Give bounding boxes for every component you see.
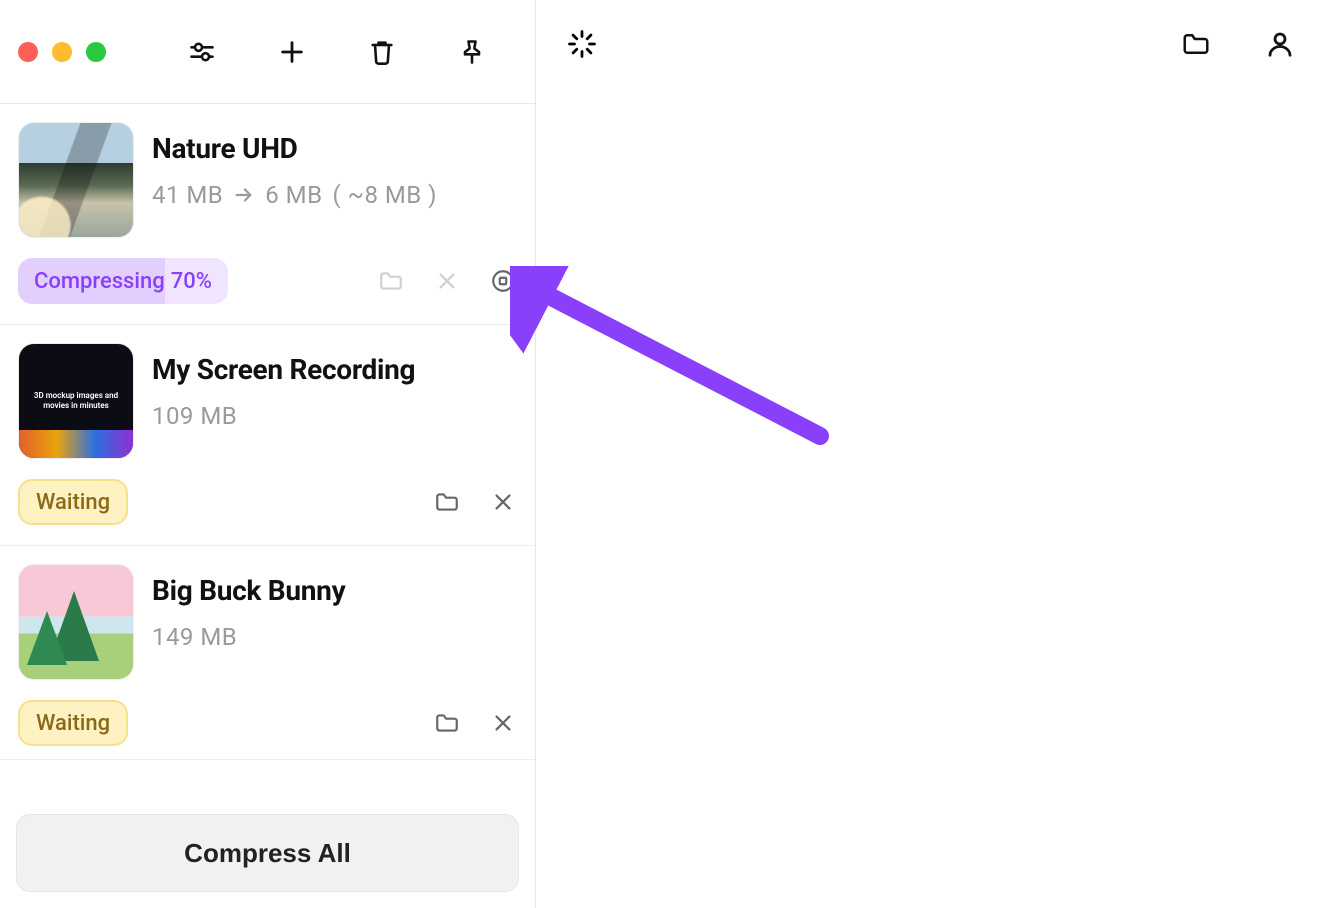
minimize-window-button[interactable] [52, 42, 72, 62]
item-title: Big Buck Bunny [152, 564, 345, 607]
item-size-row: 41 MB 6 MB ( ~8 MB ) [152, 181, 437, 209]
activity-spinner-icon [566, 28, 598, 60]
size-estimate: ( ~8 MB ) [333, 181, 437, 209]
close-window-button[interactable] [18, 42, 38, 62]
thumbnail [18, 122, 134, 238]
status-label: Waiting [36, 490, 110, 515]
list-item[interactable]: Nature UHD 41 MB 6 MB ( ~8 MB ) Compress… [0, 104, 535, 325]
thumbnail [18, 564, 134, 680]
cancel-button[interactable] [489, 709, 517, 737]
add-button[interactable] [276, 36, 308, 68]
titlebar [0, 0, 535, 104]
stop-button[interactable] [489, 267, 517, 295]
status-badge: Waiting [18, 700, 128, 746]
item-size-row: 109 MB [152, 402, 415, 430]
list-item[interactable]: 3D mockup images and movies in minutes M… [0, 325, 535, 546]
size-original: 109 MB [152, 402, 237, 430]
sidebar-toolbar [186, 36, 488, 68]
status-badge: Compressing 70% [18, 258, 228, 304]
sidebar: Nature UHD 41 MB 6 MB ( ~8 MB ) Compress… [0, 0, 536, 908]
status-badge: Waiting [18, 479, 128, 525]
delete-button[interactable] [366, 36, 398, 68]
cancel-button[interactable] [433, 267, 461, 295]
reveal-folder-button[interactable] [433, 488, 461, 516]
reveal-folder-button[interactable] [433, 709, 461, 737]
status-label: Compressing [34, 269, 165, 294]
thumbnail-caption: 3D mockup images and movies in minutes [19, 387, 133, 414]
item-actions [433, 709, 517, 737]
item-title: My Screen Recording [152, 343, 415, 386]
main-panel [536, 0, 1326, 908]
cancel-button[interactable] [489, 488, 517, 516]
sidebar-footer: Compress All [0, 759, 535, 908]
status-progress: 70% [171, 269, 212, 294]
settings-button[interactable] [186, 36, 218, 68]
item-size-row: 149 MB [152, 623, 345, 651]
thumbnail: 3D mockup images and movies in minutes [18, 343, 134, 459]
item-actions [433, 488, 517, 516]
main-toolbar [536, 28, 1326, 60]
pin-button[interactable] [456, 36, 488, 68]
output-folder-button[interactable] [1180, 28, 1212, 60]
size-original: 149 MB [152, 623, 237, 651]
account-button[interactable] [1264, 28, 1296, 60]
arrow-right-icon [233, 184, 255, 206]
item-actions [377, 267, 517, 295]
window-controls [18, 42, 106, 62]
size-compressed: 6 MB [265, 181, 322, 209]
compress-all-button[interactable]: Compress All [16, 814, 519, 892]
status-label: Waiting [36, 711, 110, 736]
file-list: Nature UHD 41 MB 6 MB ( ~8 MB ) Compress… [0, 104, 535, 759]
reveal-folder-button[interactable] [377, 267, 405, 295]
item-title: Nature UHD [152, 122, 437, 165]
list-item[interactable]: Big Buck Bunny 149 MB Waiting [0, 546, 535, 759]
size-original: 41 MB [152, 181, 223, 209]
zoom-window-button[interactable] [86, 42, 106, 62]
